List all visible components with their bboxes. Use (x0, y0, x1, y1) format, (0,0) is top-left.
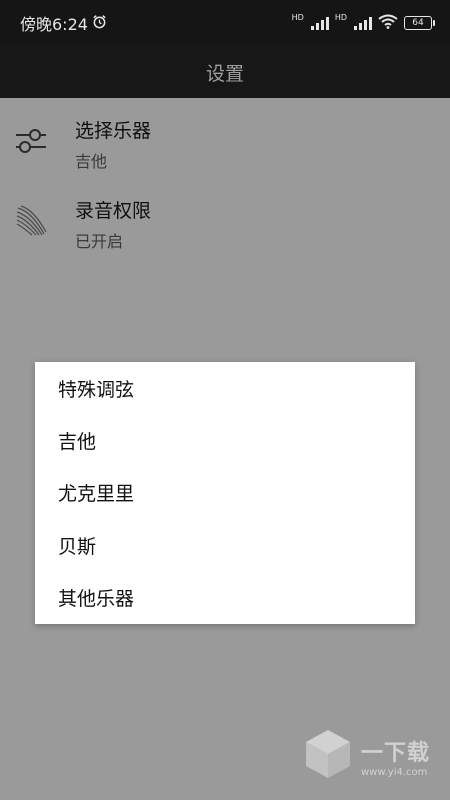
option-ukulele[interactable]: 尤克里里 (35, 467, 415, 519)
signal-icon-2 (354, 16, 372, 30)
status-time: 傍晚6:24 (20, 15, 88, 34)
status-right: HD HD 64 (291, 13, 435, 32)
setting-value-record-permission: 已开启 (75, 232, 124, 251)
setting-value-instrument: 吉他 (75, 152, 108, 171)
setting-row-instrument[interactable]: 选择乐器 吉他 (0, 102, 450, 182)
sound-waves-icon (14, 204, 48, 238)
page-title: 设置 (205, 62, 244, 85)
option-guitar[interactable]: 吉他 (35, 414, 415, 466)
setting-row-record-permission[interactable]: 录音权限 已开启 (0, 182, 450, 262)
wifi-icon (378, 14, 398, 32)
status-left: 傍晚6:24 (20, 11, 107, 35)
hd-label: HD (291, 13, 304, 22)
status-bar: 傍晚6:24 HD HD 64 (0, 0, 450, 46)
sliders-icon (14, 124, 48, 158)
setting-title-instrument: 选择乐器 (75, 120, 152, 142)
instrument-picker-dialog: 特殊调弦 吉他 尤克里里 贝斯 其他乐器 (35, 362, 415, 624)
watermark-text: 一下载 www.yi4.com (361, 735, 430, 778)
watermark-brand: 一下载 (360, 740, 430, 766)
app-bar: 设置 (0, 46, 450, 98)
setting-title-record-permission: 录音权限 (75, 200, 152, 222)
option-special-tuning[interactable]: 特殊调弦 (35, 362, 415, 414)
option-other-instrument[interactable]: 其他乐器 (35, 572, 415, 624)
alarm-icon (92, 14, 107, 33)
watermark: 一下载 www.yi4.com (303, 728, 430, 784)
option-bass[interactable]: 贝斯 (35, 519, 415, 571)
hd-label-2: HD (334, 13, 347, 22)
watermark-url: www.yi4.com (360, 766, 428, 778)
cube-logo-icon (303, 728, 353, 784)
battery-level: 64 (412, 18, 424, 28)
battery-icon: 64 (404, 16, 435, 30)
signal-icon (310, 16, 329, 30)
